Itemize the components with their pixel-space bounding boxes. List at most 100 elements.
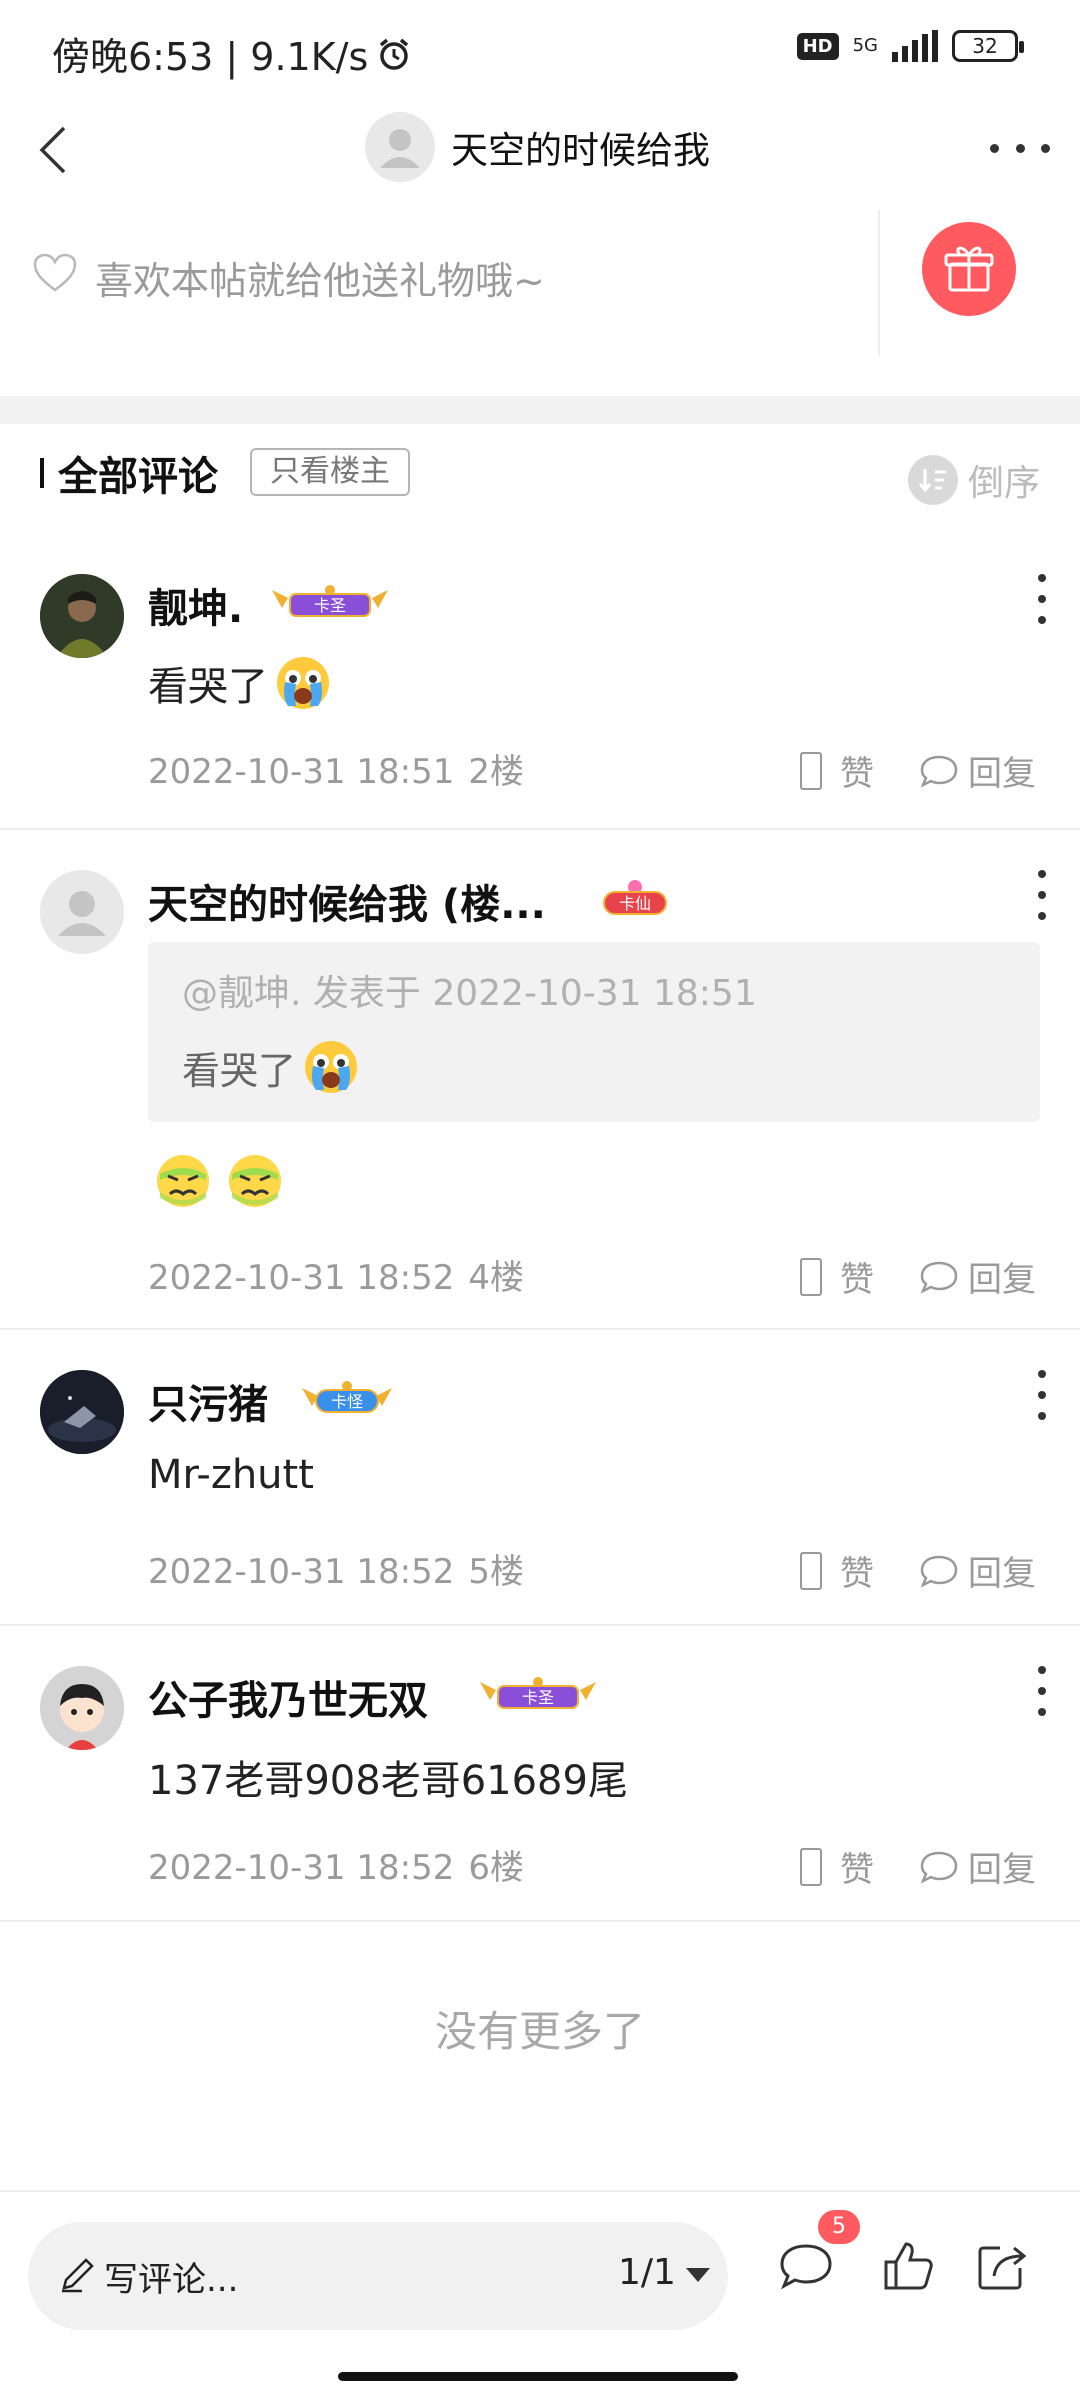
like-button[interactable]: 赞 bbox=[800, 1546, 874, 1595]
thumb-up-icon[interactable] bbox=[878, 2236, 938, 2296]
comment-more-button[interactable] bbox=[1036, 1370, 1048, 1420]
comments-header: 全部评论 只看楼主 倒序 bbox=[0, 440, 1080, 510]
signal-icon bbox=[892, 30, 938, 62]
user-name[interactable]: 公子我乃世无双 bbox=[148, 1668, 428, 1726]
chat-bubble-icon bbox=[920, 1555, 958, 1588]
level-badge: 卡仙 bbox=[598, 878, 672, 918]
title-marker bbox=[40, 458, 44, 488]
heart-icon[interactable] bbox=[32, 252, 78, 294]
reply-button[interactable]: 回复 bbox=[918, 746, 1036, 795]
divider bbox=[0, 1920, 1080, 1922]
chat-bubble-icon bbox=[920, 1851, 958, 1884]
status-time-text: 傍晚6:53 | 9.1K/s bbox=[52, 35, 369, 79]
comment-more-button[interactable] bbox=[1036, 1666, 1048, 1716]
author-avatar[interactable] bbox=[365, 112, 435, 182]
comment-text: 137老哥908老哥61689尾 bbox=[148, 1748, 628, 1806]
like-button[interactable]: 赞 bbox=[800, 1842, 874, 1891]
comment-text-content: Mr-zhutt bbox=[148, 1452, 314, 1498]
status-indicators: HD 5G 32 bbox=[796, 30, 1024, 62]
write-comment-input[interactable]: 写评论... 1/1 bbox=[28, 2222, 728, 2330]
reply-button[interactable]: 回复 bbox=[918, 1842, 1036, 1891]
pencil-icon bbox=[62, 2258, 94, 2293]
quote-meta: @靓坤. 发表于 2022-10-31 18:51 bbox=[182, 973, 757, 1014]
comment-date: 2022-10-31 18:51 bbox=[148, 752, 455, 792]
floor-number: 4楼 bbox=[468, 1258, 525, 1298]
like-label: 赞 bbox=[840, 754, 874, 794]
network-type: 5G bbox=[852, 35, 878, 56]
status-time: 傍晚6:53 | 9.1K/s bbox=[52, 26, 412, 81]
like-button[interactable]: 赞 bbox=[800, 746, 874, 795]
user-name[interactable]: 靓坤. bbox=[148, 576, 243, 634]
comment-item: 靓坤. 卡圣 看哭了 2022-10-31 18:51 2楼 赞 回复 bbox=[0, 574, 1080, 830]
like-button[interactable]: 赞 bbox=[800, 1252, 874, 1301]
reply-label: 回复 bbox=[968, 1850, 1036, 1890]
reply-button[interactable]: 回复 bbox=[918, 1546, 1036, 1595]
comment-item: 公子我乃世无双 卡圣 137老哥908老哥61689尾 2022-10-31 1… bbox=[0, 1666, 1080, 1922]
share-icon[interactable] bbox=[972, 2236, 1032, 2296]
bottom-bar: 写评论... 1/1 5 bbox=[0, 2190, 1080, 2400]
divider bbox=[0, 1328, 1080, 1330]
quoted-comment[interactable]: @靓坤. 发表于 2022-10-31 18:51 看哭了 bbox=[148, 942, 1040, 1122]
divider bbox=[878, 210, 880, 356]
alarm-icon bbox=[380, 38, 409, 70]
gift-prompt: 喜欢本帖就给他送礼物哦~ bbox=[95, 259, 545, 303]
sort-icon bbox=[907, 455, 958, 505]
reply-label: 回复 bbox=[968, 1260, 1036, 1300]
person-icon bbox=[58, 891, 106, 936]
caret-down-icon[interactable] bbox=[686, 2268, 710, 2282]
avatar[interactable] bbox=[40, 1666, 124, 1750]
page-indicator[interactable]: 1/1 bbox=[618, 2252, 676, 2293]
reply-label: 回复 bbox=[968, 754, 1036, 794]
write-comment-placeholder: 写评论... bbox=[104, 2260, 239, 2300]
badge-text: 卡圣 bbox=[314, 596, 346, 615]
quote-text: 看哭了 bbox=[182, 1038, 360, 1096]
avatar[interactable] bbox=[40, 870, 124, 954]
comment-meta: 2022-10-31 18:51 2楼 bbox=[148, 744, 524, 793]
comments-title: 全部评论 bbox=[58, 454, 218, 500]
comment-more-button[interactable] bbox=[1036, 574, 1048, 624]
crying-emoji-icon bbox=[277, 657, 329, 709]
like-label: 赞 bbox=[840, 1260, 874, 1300]
title-group[interactable]: 天空的时候给我 bbox=[365, 112, 710, 182]
floor-number: 6楼 bbox=[468, 1848, 525, 1888]
chat-bubble-icon bbox=[920, 755, 958, 788]
thumb-up-icon bbox=[800, 751, 822, 790]
reply-button[interactable]: 回复 bbox=[918, 1252, 1036, 1301]
send-gift-button[interactable] bbox=[922, 222, 1016, 316]
thumb-up-icon bbox=[800, 1847, 822, 1886]
thumb-up-icon bbox=[800, 1551, 822, 1590]
thumb-up-icon bbox=[800, 1257, 822, 1296]
comment-more-button[interactable] bbox=[1036, 870, 1048, 920]
floor-number: 2楼 bbox=[468, 752, 525, 792]
level-badge: 卡怪 bbox=[300, 1378, 394, 1418]
comment-emojis bbox=[154, 1152, 284, 1210]
badge-text: 卡怪 bbox=[331, 1392, 363, 1411]
level-badge: 卡圣 bbox=[476, 1674, 600, 1714]
badge-text: 卡圣 bbox=[522, 1688, 554, 1707]
comment-meta: 2022-10-31 18:52 6楼 bbox=[148, 1840, 524, 1889]
back-button[interactable] bbox=[24, 118, 88, 182]
comment-icon[interactable] bbox=[776, 2236, 836, 2296]
comment-item: 只污猪 卡怪 Mr-zhutt 2022-10-31 18:52 5楼 赞 回复 bbox=[0, 1370, 1080, 1626]
sort-button[interactable]: 倒序 bbox=[907, 454, 1040, 506]
comment-text: 看哭了 bbox=[148, 654, 332, 712]
level-badge: 卡圣 bbox=[268, 582, 392, 622]
sort-label: 倒序 bbox=[967, 463, 1040, 504]
nauseated-emoji-icon bbox=[229, 1155, 281, 1207]
comment-date: 2022-10-31 18:52 bbox=[148, 1848, 455, 1888]
end-of-list-text: 没有更多了 bbox=[434, 2007, 645, 2056]
chat-bubble-icon bbox=[920, 1261, 958, 1294]
user-name[interactable]: 天空的时候给我 (楼... bbox=[148, 872, 546, 930]
op-only-button[interactable]: 只看楼主 bbox=[250, 448, 410, 496]
home-indicator[interactable] bbox=[338, 2372, 738, 2381]
section-separator bbox=[0, 396, 1080, 424]
comment-date: 2022-10-31 18:52 bbox=[148, 1552, 455, 1592]
avatar[interactable] bbox=[40, 574, 124, 658]
nauseated-emoji-icon bbox=[157, 1155, 209, 1207]
comment-date: 2022-10-31 18:52 bbox=[148, 1258, 455, 1298]
badge-text: 卡仙 bbox=[619, 894, 651, 913]
battery-level: 32 bbox=[972, 34, 998, 58]
more-options-button[interactable] bbox=[990, 128, 1050, 168]
user-name[interactable]: 只污猪 bbox=[148, 1372, 268, 1430]
avatar[interactable] bbox=[40, 1370, 124, 1454]
